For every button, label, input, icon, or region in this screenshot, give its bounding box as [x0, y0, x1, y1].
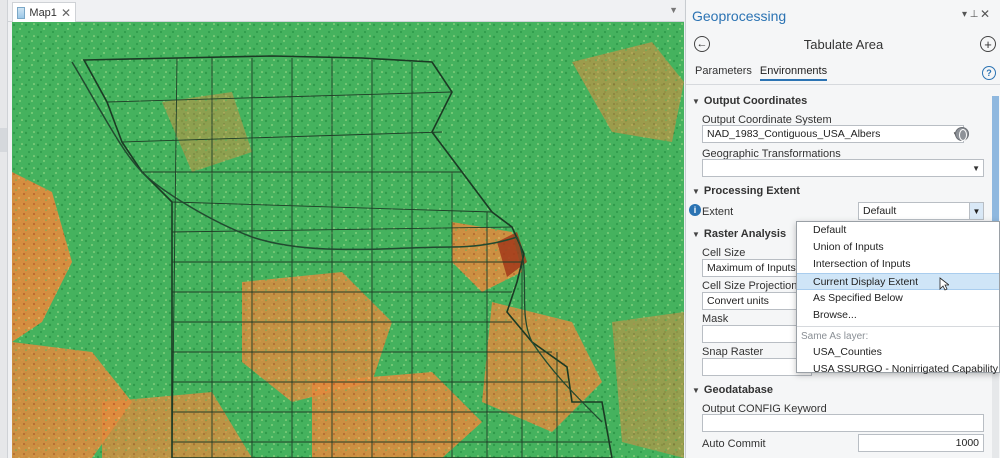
extent-value: Default	[863, 205, 897, 217]
mouse-cursor-icon	[939, 277, 949, 291]
dropdown-item-union-of-inputs[interactable]: Union of Inputs	[797, 239, 999, 256]
divider	[686, 84, 1000, 85]
section-title: Processing Extent	[703, 185, 800, 197]
chevron-down-icon: ▼	[692, 385, 700, 395]
dropdown-item-current-display-extent[interactable]: Current Display Extent	[797, 273, 999, 290]
dropdown-group-header: Same As layer:	[801, 331, 869, 342]
scrollbar-thumb[interactable]	[992, 96, 999, 226]
tool-tabs: Parameters Environments	[695, 65, 828, 81]
info-icon[interactable]: i	[689, 204, 701, 216]
chevron-down-icon: ▼	[972, 164, 980, 173]
help-icon[interactable]: ?	[982, 66, 996, 80]
left-panel-handle[interactable]	[0, 128, 7, 152]
auto-commit-label: Auto Commit	[702, 438, 766, 450]
tab-overflow-icon[interactable]: ▼	[669, 5, 678, 15]
left-panel-edge	[0, 0, 8, 458]
add-button[interactable]: +	[980, 36, 996, 52]
dropdown-item-default[interactable]: Default	[797, 222, 999, 239]
chevron-down-icon[interactable]: ▼	[969, 203, 983, 219]
extent-label: Extent	[702, 206, 734, 218]
dropdown-item-browse[interactable]: Browse...	[797, 307, 999, 324]
extent-dropdown-list: Default Union of Inputs Intersection of …	[796, 221, 1000, 375]
map-tab[interactable]: Map1 ✕	[12, 2, 76, 22]
dropdown-item-intersection-of-inputs[interactable]: Intersection of Inputs	[797, 256, 999, 273]
cell-size-proj-value: Convert units	[707, 295, 769, 307]
config-keyword-field[interactable]	[702, 414, 984, 432]
dropdown-item-layer[interactable]: USA_Counties	[797, 344, 999, 361]
map-tab-bar: Map1 ✕ ▼	[8, 0, 684, 22]
pane-title: Geoprocessing	[692, 8, 787, 24]
pane-title-bar: Geoprocessing ▾ ⊥ ✕	[686, 0, 1000, 30]
dropdown-item-layer[interactable]: USA SSURGO - Nonirrigated Capability Cla…	[797, 361, 999, 378]
dropdown-item-as-specified-below[interactable]: As Specified Below	[797, 290, 999, 307]
tool-title: Tabulate Area	[803, 37, 884, 52]
cell-size-label: Cell Size	[702, 247, 746, 259]
chevron-down-icon: ▼	[692, 186, 700, 196]
divider	[797, 326, 999, 327]
section-title: Raster Analysis	[703, 228, 787, 240]
extent-select[interactable]: Default ▼	[858, 202, 984, 220]
chevron-down-icon: ▼	[692, 96, 700, 106]
section-geodatabase[interactable]: ▼ Geodatabase	[692, 384, 773, 396]
section-title: Output Coordinates	[703, 95, 808, 107]
map-canvas[interactable]	[12, 22, 684, 458]
mask-label: Mask	[702, 313, 729, 325]
pin-icon[interactable]: ▾ ⊥	[962, 9, 979, 20]
auto-commit-value: 1000	[955, 437, 979, 449]
auto-commit-field[interactable]: 1000	[858, 434, 984, 452]
map-pane: Map1 ✕ ▼	[8, 0, 684, 458]
close-icon[interactable]: ✕	[980, 7, 990, 21]
map-icon	[17, 6, 26, 19]
close-icon[interactable]: ✕	[61, 6, 71, 20]
map-raster	[12, 22, 684, 458]
geo-transform-field[interactable]: ▼	[702, 159, 984, 177]
chevron-down-icon: ▼	[692, 229, 700, 239]
tab-parameters[interactable]: Parameters	[695, 65, 752, 81]
section-processing-extent[interactable]: ▼ Processing Extent	[692, 185, 800, 197]
globe-icon[interactable]	[955, 127, 969, 141]
section-output-coordinates[interactable]: ▼ Output Coordinates	[692, 95, 807, 107]
output-cs-value: NAD_1983_Contiguous_USA_Albers	[707, 128, 881, 140]
tab-environments[interactable]: Environments	[759, 65, 828, 81]
cell-size-value: Maximum of Inputs	[707, 262, 796, 274]
section-raster-analysis[interactable]: ▼ Raster Analysis	[692, 228, 786, 240]
output-cs-field[interactable]: NAD_1983_Contiguous_USA_Albers ▼	[702, 125, 964, 143]
snap-raster-label: Snap Raster	[702, 346, 764, 358]
map-tab-label: Map1	[29, 6, 57, 19]
section-title: Geodatabase	[703, 384, 774, 396]
